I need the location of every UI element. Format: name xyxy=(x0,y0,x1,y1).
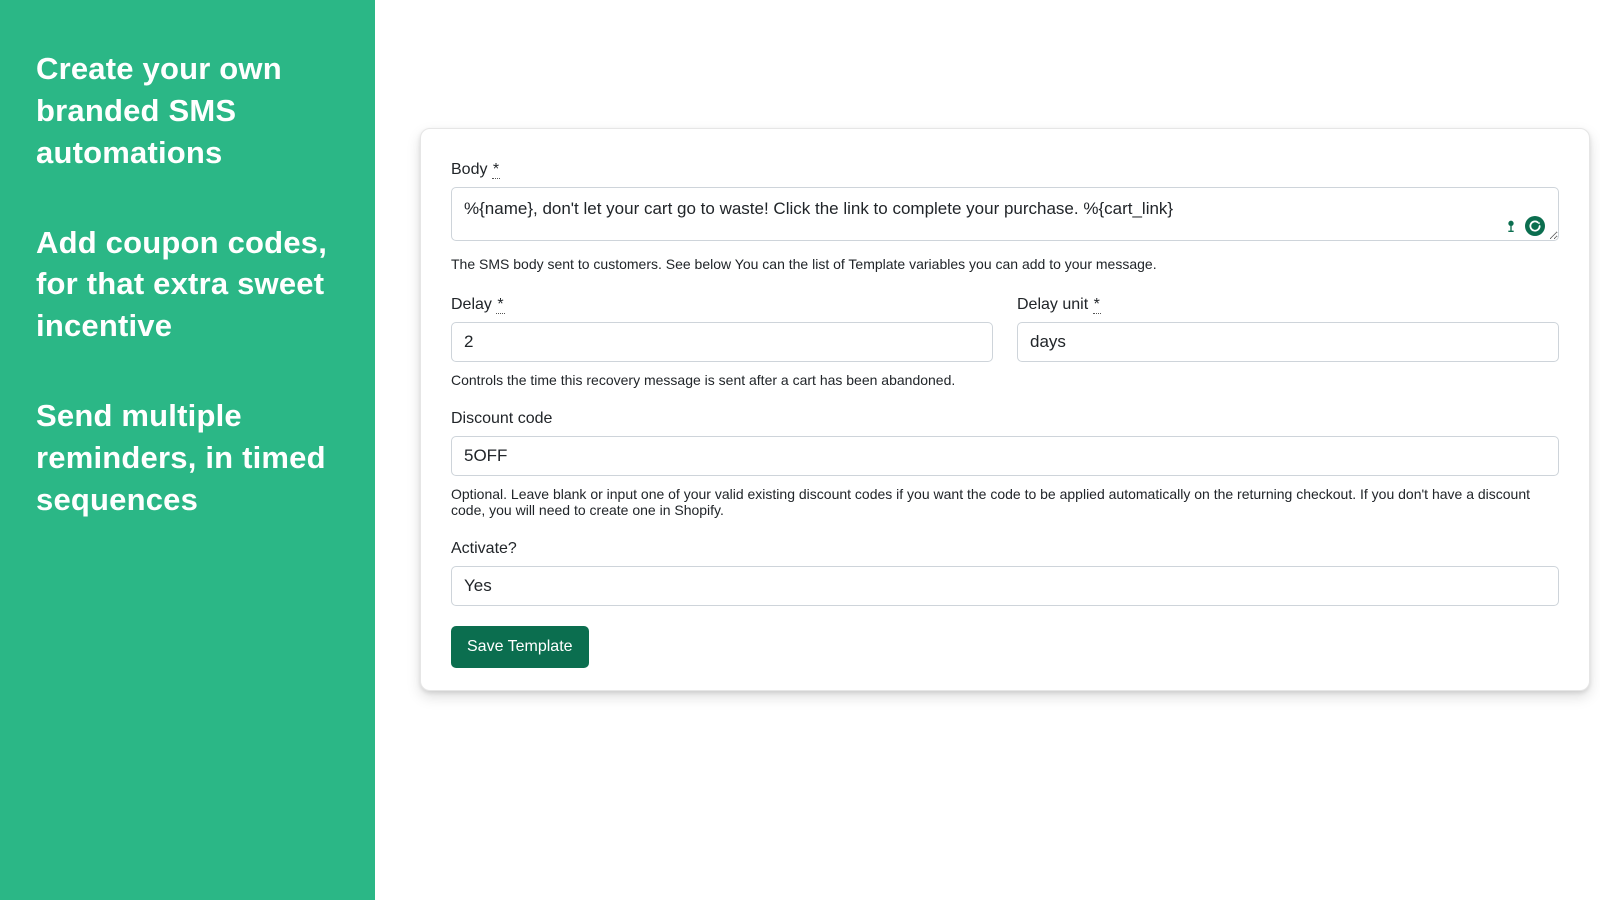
delay-help-text: Controls the time this recovery message … xyxy=(451,372,1559,388)
required-mark: * xyxy=(496,296,504,314)
delay-col: Delay * xyxy=(451,296,993,362)
required-mark: * xyxy=(492,161,500,179)
discount-help-text: Optional. Leave blank or input one of yo… xyxy=(451,486,1559,518)
promo-line-2: Add coupon codes, for that extra sweet i… xyxy=(36,222,341,348)
delay-input[interactable] xyxy=(451,322,993,362)
activate-value: Yes xyxy=(464,576,492,596)
textarea-extension-icons xyxy=(1501,216,1545,236)
activate-select[interactable]: Yes xyxy=(451,566,1559,606)
delay-label-text: Delay xyxy=(451,296,492,313)
body-label: Body * xyxy=(451,161,1559,179)
body-help-text: The SMS body sent to customers. See belo… xyxy=(451,256,1559,272)
delay-unit-select[interactable]: days xyxy=(1017,322,1559,362)
body-label-text: Body xyxy=(451,161,487,178)
delay-unit-label-text: Delay unit xyxy=(1017,296,1088,313)
promo-line-1: Create your own branded SMS automations xyxy=(36,48,341,174)
delay-unit-value: days xyxy=(1030,332,1066,352)
activate-label: Activate? xyxy=(451,540,1559,558)
grammar-extension-icon[interactable] xyxy=(1501,216,1521,236)
grammarly-icon[interactable] xyxy=(1525,216,1545,236)
activate-group: Activate? Yes xyxy=(451,540,1559,606)
promo-panel: Create your own branded SMS automations … xyxy=(0,0,375,900)
delay-unit-label: Delay unit * xyxy=(1017,296,1559,314)
delay-row: Delay * Delay unit * days xyxy=(451,296,1559,362)
delay-unit-col: Delay unit * days xyxy=(1017,296,1559,362)
discount-input[interactable] xyxy=(451,436,1559,476)
delay-label: Delay * xyxy=(451,296,993,314)
template-form-card: Body * The SMS body sent to customers. S… xyxy=(420,128,1590,691)
body-field-wrap xyxy=(451,187,1559,246)
discount-label: Discount code xyxy=(451,410,1559,428)
save-template-button[interactable]: Save Template xyxy=(451,626,589,668)
discount-group: Discount code Optional. Leave blank or i… xyxy=(451,410,1559,518)
promo-line-3: Send multiple reminders, in timed sequen… xyxy=(36,395,341,521)
required-mark: * xyxy=(1093,296,1101,314)
body-textarea[interactable] xyxy=(451,187,1559,241)
